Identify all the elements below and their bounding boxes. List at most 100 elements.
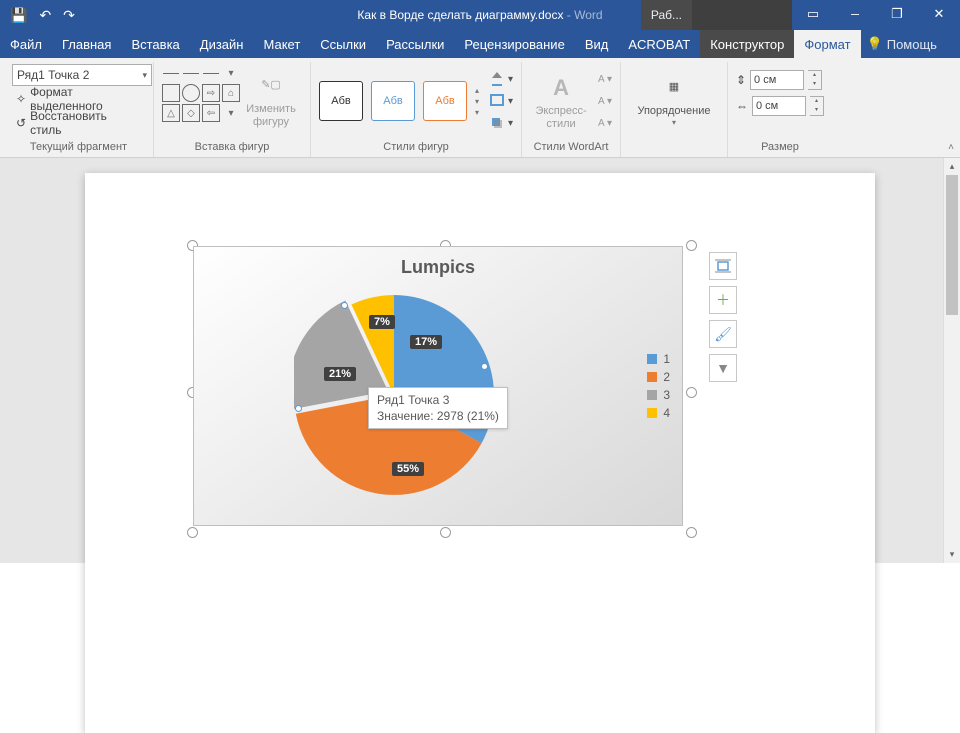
text-effects-button[interactable]: A ▾: [598, 114, 612, 132]
chart-legend[interactable]: 1 2 3 4: [647, 350, 670, 422]
scroll-up-icon[interactable]: ▴: [944, 158, 960, 175]
chart-styles-button[interactable]: 🖌: [709, 320, 737, 348]
minimize-icon[interactable]: —: [834, 0, 876, 30]
tab-format[interactable]: Формат: [794, 30, 860, 58]
redo-icon[interactable]: ↷: [63, 7, 75, 24]
resize-handle-s[interactable]: [440, 527, 451, 538]
shape-arrow-left[interactable]: ⇦: [202, 104, 220, 122]
legend-item-1[interactable]: 1: [647, 350, 670, 368]
resize-handle-se[interactable]: [686, 527, 697, 538]
tab-design[interactable]: Дизайн: [190, 30, 254, 58]
shape-more[interactable]: ▾: [222, 64, 240, 82]
scrollbar-thumb[interactable]: [946, 175, 958, 315]
data-label-3[interactable]: 21%: [324, 367, 356, 381]
resize-handle-ne[interactable]: [686, 240, 697, 251]
shape-triangle[interactable]: △: [162, 104, 180, 122]
shape-style-gallery-scroll[interactable]: ▴▾▾: [475, 86, 479, 117]
data-label-1[interactable]: 17%: [410, 335, 442, 349]
tab-view[interactable]: Вид: [575, 30, 619, 58]
tab-file[interactable]: Файл: [0, 30, 52, 58]
arrange-button[interactable]: ▦ Упорядочение ▾: [629, 64, 719, 134]
tab-acrobat[interactable]: ACROBAT: [618, 30, 700, 58]
shape-effects-button[interactable]: ▾: [489, 114, 513, 132]
legend-item-3[interactable]: 3: [647, 386, 670, 404]
shape-arrow-line[interactable]: [182, 64, 200, 82]
shapes-gallery[interactable]: ▾ ⇨ ⌂ △ ◇ ⇦ ▾: [162, 64, 240, 122]
title-bar: 💾 ↶ ↷ Как в Ворде сделать диаграмму.docx…: [0, 0, 960, 30]
shape-arrow-right[interactable]: ⇨: [202, 84, 220, 102]
chart-elements-button[interactable]: ＋: [709, 286, 737, 314]
shape-style-preset-1[interactable]: Абв: [319, 81, 363, 121]
shape-flow[interactable]: ⌂: [222, 84, 240, 102]
tell-me-help[interactable]: 💡 Помощь: [867, 30, 937, 58]
group-size: ⇕ 0 см ▴▾ ⇔ 0 см ▴▾ Размер: [728, 62, 832, 157]
shape-diamond[interactable]: ◇: [182, 104, 200, 122]
shape-style-preset-3[interactable]: Абв: [423, 81, 467, 121]
tab-home[interactable]: Главная: [52, 30, 121, 58]
legend-swatch: [647, 354, 657, 364]
save-icon[interactable]: 💾: [10, 7, 27, 24]
shape-gallery-expand[interactable]: ▾: [222, 104, 240, 122]
undo-icon[interactable]: ↶: [39, 7, 51, 24]
quick-styles-icon: A: [545, 71, 577, 103]
collapse-ribbon-icon[interactable]: ˄: [948, 142, 954, 153]
chart-title[interactable]: Lumpics: [194, 257, 682, 278]
text-outline-button[interactable]: A ▾: [598, 92, 612, 110]
chart-object[interactable]: Lumpics: [193, 246, 683, 526]
chart-elements-selector[interactable]: Ряд1 Точка 2 ▾: [12, 64, 152, 86]
shape-line[interactable]: [162, 64, 180, 82]
chevron-down-icon: ▾: [142, 70, 147, 81]
legend-item-4[interactable]: 4: [647, 404, 670, 422]
layout-options-button[interactable]: [709, 252, 737, 280]
tab-insert[interactable]: Вставка: [121, 30, 189, 58]
resize-handle-e[interactable]: [686, 387, 697, 398]
tab-review[interactable]: Рецензирование: [454, 30, 574, 58]
chart-filters-button[interactable]: ▼: [709, 354, 737, 382]
chart-selection[interactable]: Lumpics: [193, 246, 699, 540]
shape-fill-button[interactable]: ▾: [489, 70, 513, 88]
legend-swatch: [647, 372, 657, 382]
group-wordart-styles: A Экспресс- стили A ▾ A ▾ A ▾ Стили Word…: [522, 62, 621, 157]
tab-constructor[interactable]: Конструктор: [700, 30, 794, 58]
vertical-scrollbar[interactable]: ▴ ▾: [943, 158, 960, 563]
text-fill-button[interactable]: A ▾: [598, 70, 612, 88]
scroll-down-icon[interactable]: ▾: [944, 546, 960, 563]
edit-shape-button[interactable]: ✎▢ Изменить фигуру: [240, 64, 302, 134]
tab-references[interactable]: Ссылки: [310, 30, 376, 58]
shape-outline-button[interactable]: ▾: [489, 92, 513, 110]
close-icon[interactable]: ✕: [918, 0, 960, 30]
ribbon-options-icon[interactable]: ▭: [792, 0, 834, 30]
group-insert-shapes: ▾ ⇨ ⌂ △ ◇ ⇦ ▾ ✎▢ Изменить фигуру Вставка…: [154, 62, 311, 157]
format-selection-button[interactable]: ✧ Формат выделенного: [12, 88, 145, 110]
selection-point[interactable]: [295, 405, 302, 412]
data-label-2[interactable]: 55%: [392, 462, 424, 476]
chart-side-buttons: ＋ 🖌 ▼: [709, 252, 737, 382]
width-spinner[interactable]: ▴▾: [810, 96, 824, 116]
quick-access-toolbar: 💾 ↶ ↷: [0, 7, 85, 24]
group-arrange: ▦ Упорядочение ▾: [621, 62, 728, 157]
help-label: Помощь: [887, 37, 937, 52]
shape-rect[interactable]: [162, 84, 180, 102]
context-tab-chart-tools[interactable]: Раб...: [641, 0, 692, 30]
quick-styles-button[interactable]: A Экспресс- стили: [530, 66, 592, 136]
selection-point[interactable]: [481, 363, 488, 370]
arrange-icon: ▦: [658, 71, 690, 103]
height-spinner[interactable]: ▴▾: [808, 70, 822, 90]
shape-width-input[interactable]: 0 см: [752, 96, 806, 116]
group-label: [629, 150, 719, 157]
selection-point[interactable]: [341, 302, 348, 309]
reset-style-button[interactable]: ↺ Восстановить стиль: [12, 112, 145, 134]
tab-layout[interactable]: Макет: [253, 30, 310, 58]
shape-oval[interactable]: [182, 84, 200, 102]
shape-height-input[interactable]: 0 см: [750, 70, 804, 90]
contextual-tab-group: Раб...: [641, 0, 792, 30]
restore-icon[interactable]: ❐: [876, 0, 918, 30]
data-label-4[interactable]: 7%: [369, 315, 395, 329]
lightbulb-icon: 💡: [867, 36, 883, 52]
shape-style-preset-2[interactable]: Абв: [371, 81, 415, 121]
legend-item-2[interactable]: 2: [647, 368, 670, 386]
tab-mailings[interactable]: Рассылки: [376, 30, 454, 58]
resize-handle-sw[interactable]: [187, 527, 198, 538]
shape-elbow[interactable]: [202, 64, 220, 82]
edit-shape-label: Изменить фигуру: [246, 103, 296, 128]
